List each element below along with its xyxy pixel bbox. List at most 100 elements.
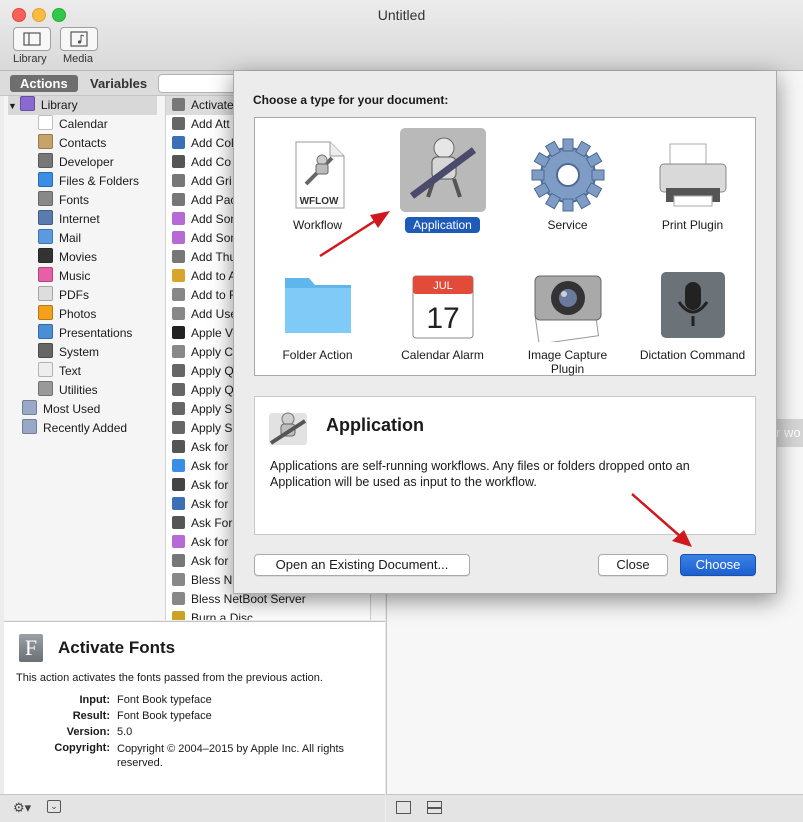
- svg-text:WFLOW: WFLOW: [299, 196, 338, 207]
- action-label: Apply Q: [191, 383, 234, 397]
- sidebar-item-movies[interactable]: Movies: [38, 248, 97, 267]
- media-button[interactable]: [60, 27, 98, 51]
- action-label: Burn a Disc: [191, 611, 254, 620]
- action-label: Apply S: [191, 421, 233, 435]
- document-type-print-plugin[interactable]: Print Plugin: [630, 122, 755, 232]
- tab-variables[interactable]: Variables: [80, 75, 157, 92]
- log-view-icon[interactable]: [396, 801, 411, 814]
- description-toggle-icon[interactable]: ⌄: [47, 800, 61, 813]
- svg-text:17: 17: [426, 302, 459, 335]
- action-list-item[interactable]: Add to F: [172, 286, 236, 305]
- sidebar-item-calendar[interactable]: Calendar: [38, 115, 108, 134]
- action-list-item[interactable]: Add Col: [172, 134, 234, 153]
- sidebar-item-label: Utilities: [59, 383, 98, 397]
- document-type-folder-action[interactable]: Folder Action: [255, 252, 380, 362]
- action-list-item[interactable]: Burn a Disc: [172, 609, 253, 620]
- sidebar-item-presentations[interactable]: Presentations: [38, 324, 132, 343]
- sidebar-item-label: Files & Folders: [59, 174, 140, 188]
- action-list-item[interactable]: Ask For: [172, 514, 232, 533]
- document-type-service[interactable]: Service: [505, 122, 630, 232]
- sidebar-item-music[interactable]: Music: [38, 267, 90, 286]
- action-list-item[interactable]: Add Gri: [172, 172, 232, 191]
- sidebar-item-fonts[interactable]: Fonts: [38, 191, 89, 210]
- action-list-item[interactable]: Ask for: [172, 457, 228, 476]
- action-label: Add Pac: [191, 193, 237, 207]
- action-list-item[interactable]: Add Att: [172, 115, 230, 134]
- action-list-item[interactable]: Ask for: [172, 552, 228, 571]
- document-type-label: Application: [380, 217, 505, 233]
- action-label: Ask for: [191, 554, 229, 568]
- sidebar-item-library[interactable]: ▼ Library: [8, 96, 157, 115]
- action-list-item[interactable]: Ask for: [172, 476, 228, 495]
- document-type-label: Print Plugin: [630, 218, 755, 232]
- action-list-item[interactable]: Ask for: [172, 533, 228, 552]
- action-list-item[interactable]: Apply Q: [172, 381, 234, 400]
- action-icon: [172, 155, 185, 168]
- sidebar-item-pdfs[interactable]: PDFs: [38, 286, 89, 305]
- sidebar-item-utilities[interactable]: Utilities: [38, 381, 98, 400]
- library-bottom-bar: ⚙▾ ⌄: [0, 794, 385, 822]
- document-type-dictation-command[interactable]: Dictation Command: [630, 252, 755, 362]
- close-button[interactable]: Close: [598, 554, 668, 576]
- action-list-item[interactable]: Apply S: [172, 400, 232, 419]
- action-list-item[interactable]: Bless N: [172, 571, 232, 590]
- sidebar-item-label: Mail: [59, 231, 82, 245]
- action-list-item[interactable]: Add Son: [172, 229, 237, 248]
- library-toolbar-label: Library: [13, 53, 47, 65]
- action-icon: [172, 288, 185, 301]
- sidebar-item-label: Library: [40, 98, 78, 112]
- action-list-item[interactable]: Ask for: [172, 495, 228, 514]
- document-type-label: Image Capture Plugin: [505, 348, 630, 376]
- sidebar-item-mail[interactable]: Mail: [38, 229, 81, 248]
- choose-button[interactable]: Choose: [680, 554, 756, 576]
- sidebar-item-photos[interactable]: Photos: [38, 305, 96, 324]
- action-list-item[interactable]: Add Pac: [172, 191, 236, 210]
- sidebar-item-text[interactable]: Text: [38, 362, 81, 381]
- document-type-application[interactable]: Application: [380, 122, 505, 233]
- action-list-item[interactable]: Add Thu: [172, 248, 236, 267]
- sidebar-item-label: Music: [59, 269, 91, 283]
- sidebar-item-developer[interactable]: Developer: [38, 153, 114, 172]
- result-label: Result:: [72, 710, 110, 722]
- document-type-workflow[interactable]: WFLOW Workflow: [255, 122, 380, 232]
- sidebar-item-files-folders[interactable]: Files & Folders: [38, 172, 139, 191]
- sidebar-item-label: Developer: [59, 155, 114, 169]
- disclosure-triangle-icon[interactable]: ▼: [8, 101, 17, 111]
- action-list-item[interactable]: Add to A: [172, 267, 236, 286]
- internet-icon: [38, 210, 53, 225]
- variables-view-icon[interactable]: [427, 801, 442, 808]
- action-label: Apply C: [191, 345, 234, 359]
- document-type-label: Calendar Alarm: [380, 348, 505, 362]
- printer-icon: [630, 122, 755, 212]
- gear-icon: [505, 122, 630, 212]
- gear-menu-icon[interactable]: ⚙▾: [13, 800, 31, 816]
- detail-description: Applications are self-running workflows.…: [270, 459, 690, 489]
- action-list-item[interactable]: Ask for: [172, 438, 228, 457]
- action-icon: [172, 307, 185, 320]
- action-list-item[interactable]: Add Co: [172, 153, 231, 172]
- library-toggle-button[interactable]: [13, 27, 51, 51]
- document-type-image-capture-plugin[interactable]: Image Capture Plugin: [505, 252, 630, 376]
- action-list-item[interactable]: Apple V: [172, 324, 233, 343]
- sidebar-item-internet[interactable]: Internet: [38, 210, 100, 229]
- calendar-icon: [38, 115, 53, 130]
- sidebar-item-recently-added[interactable]: Recently Added: [22, 419, 127, 438]
- action-list-item[interactable]: Apply S: [172, 419, 232, 438]
- sidebar-item-contacts[interactable]: Contacts: [38, 134, 106, 153]
- action-icon: [172, 326, 185, 339]
- action-label: Apply S: [191, 402, 233, 416]
- sidebar-item-label: Text: [59, 364, 82, 378]
- sidebar-item-label: Presentations: [59, 326, 133, 340]
- open-existing-document-button[interactable]: Open an Existing Document...: [254, 554, 470, 576]
- action-list-item[interactable]: Add Use: [172, 305, 237, 324]
- sidebar-item-label: Photos: [59, 307, 97, 321]
- action-list-item[interactable]: Apply Q: [172, 362, 234, 381]
- action-list-item[interactable]: Apply C: [172, 343, 233, 362]
- tab-actions[interactable]: Actions: [10, 75, 78, 92]
- sidebar-item-most-used[interactable]: Most Used: [22, 400, 100, 419]
- contacts-icon: [38, 134, 53, 149]
- document-type-calendar-alarm[interactable]: JUL 17 Calendar Alarm: [380, 252, 505, 362]
- action-list-item[interactable]: Add Son: [172, 210, 237, 229]
- sidebar-item-system[interactable]: System: [38, 343, 99, 362]
- action-icon: [172, 478, 185, 491]
